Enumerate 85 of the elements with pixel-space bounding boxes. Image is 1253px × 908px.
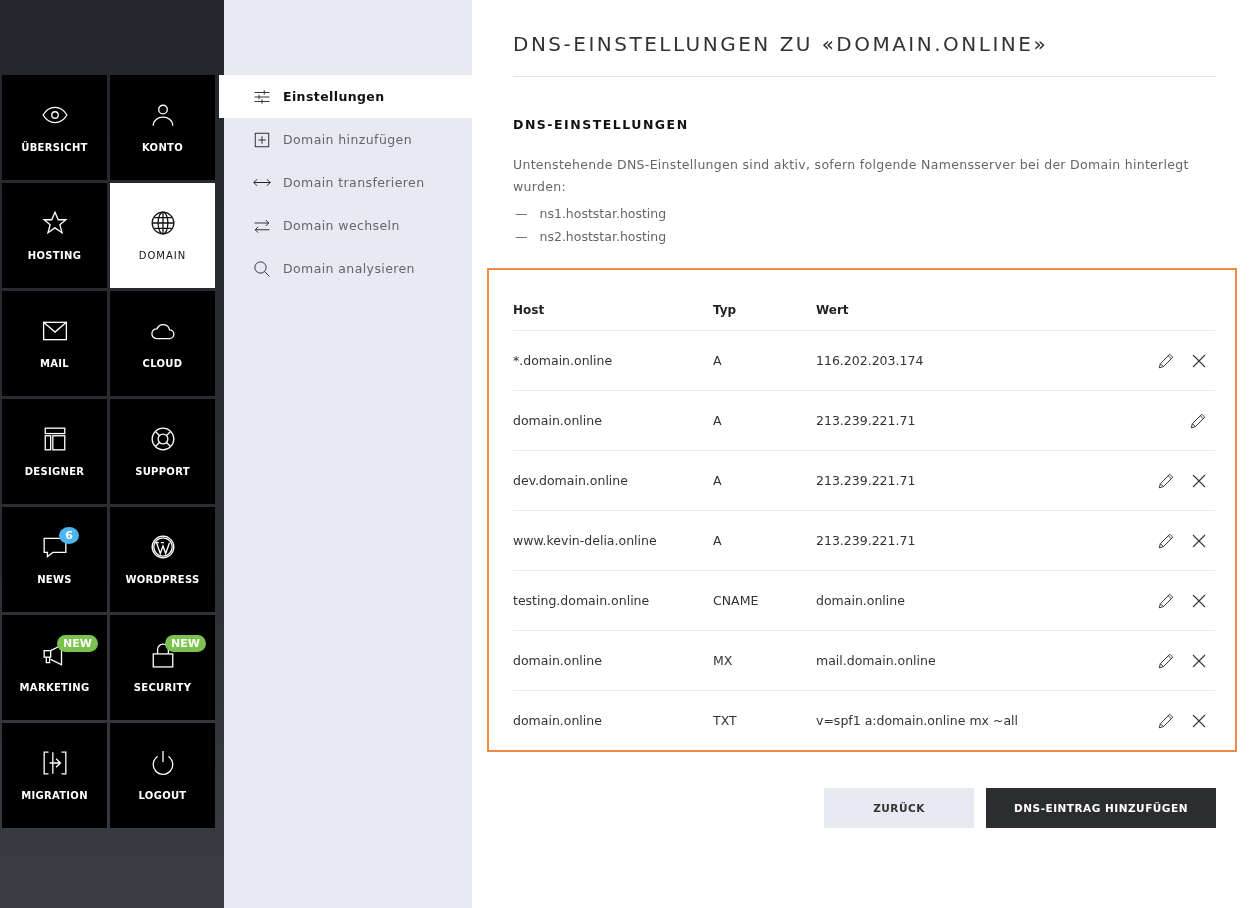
tile-label: KONTO <box>142 142 183 153</box>
subnav-item[interactable]: Domain transferieren <box>224 161 472 204</box>
nav-tile[interactable]: MAIL <box>2 291 107 396</box>
edit-icon[interactable] <box>1157 591 1175 610</box>
value-cell-text: 213.239.221.71 <box>816 413 917 428</box>
tile-label: NEWS <box>37 574 72 585</box>
add-entry-button[interactable]: DNS-EINTRAG HINZUFÜGEN <box>986 788 1216 828</box>
tile-label: MAIL <box>40 358 69 369</box>
tile-label: DESIGNER <box>24 466 85 477</box>
nav-tile[interactable]: DESIGNER <box>2 399 107 504</box>
edit-icon[interactable] <box>1189 411 1207 430</box>
description-text: Untenstehende DNS-Einstellungen sind aktiv, sofern folgende Namensserver bei der Domain hinterlegt wurden: <box>513 156 1190 196</box>
notification-badge: 6 <box>59 527 79 544</box>
edit-icon[interactable] <box>1157 531 1175 550</box>
host-cell-text: dev.domain.online <box>513 473 629 488</box>
nav-tile[interactable]: DOMAIN <box>110 183 215 288</box>
tile-label: MARKETING <box>19 682 90 693</box>
migration-icon <box>41 750 68 776</box>
notification-badge: NEW <box>57 635 98 652</box>
type-cell-text: CNAME <box>713 593 760 608</box>
dash-mark: — <box>515 229 528 244</box>
subnav-item[interactable]: Domain hinzufügen <box>224 118 472 161</box>
host-cell-text: domain.online <box>513 713 603 728</box>
host-cell-text: testing.domain.online <box>513 593 651 608</box>
nav-tile[interactable]: 6 NEWS <box>2 507 107 612</box>
subnav-item[interactable]: Domain analysieren <box>224 247 472 290</box>
nav-tile[interactable]: NEW SECURITY <box>110 615 215 720</box>
tile-label: SUPPORT <box>135 466 190 477</box>
lifebuoy-icon <box>149 426 176 452</box>
nav-tile[interactable]: MIGRATION <box>2 723 107 828</box>
type-cell-text: TXT <box>713 713 738 728</box>
section-title: DNS-EINSTELLUNGEN <box>513 117 690 132</box>
dash-mark: — <box>515 206 528 221</box>
host-cell-text: *.domain.online <box>513 353 614 368</box>
tile-label: DOMAIN <box>138 250 187 261</box>
host-cell-text: www.kevin-delia.online <box>513 533 658 548</box>
host-cell-text: domain.online <box>513 653 603 668</box>
tile-label: ÜBERSICHT <box>21 142 88 153</box>
value-cell-text: domain.online <box>816 593 906 608</box>
nameserver-text: ns1.hoststar.hosting <box>539 206 667 221</box>
nav-tile[interactable]: ÜBERSICHT <box>2 75 107 180</box>
edit-icon[interactable] <box>1157 651 1175 670</box>
value-cell-text: 213.239.221.71 <box>816 473 917 488</box>
tile-label: CLOUD <box>142 358 183 369</box>
nav-tile[interactable]: SUPPORT <box>110 399 215 504</box>
notification-badge: NEW <box>165 635 206 652</box>
subnav-item[interactable]: Domain wechseln <box>224 204 472 247</box>
edit-icon[interactable] <box>1157 351 1175 370</box>
column-header: Host <box>513 303 546 317</box>
type-cell-text: A <box>713 533 723 548</box>
page-title: DNS-EINSTELLUNGEN ZU «DOMAIN.ONLINE» <box>513 32 1216 77</box>
nameserver-text: ns2.hoststar.hosting <box>539 229 667 244</box>
edit-icon[interactable] <box>1157 471 1175 490</box>
search-icon <box>253 259 271 278</box>
double-arrow-icon <box>253 178 271 187</box>
tile-label: WORDPRESS <box>125 574 200 585</box>
value-cell-text: 116.202.203.174 <box>816 353 925 368</box>
plus-box-icon <box>253 130 271 149</box>
nav-tile[interactable]: WORDPRESS <box>110 507 215 612</box>
subnav-item[interactable]: Einstellungen <box>219 75 472 118</box>
nav-tile[interactable]: KONTO <box>110 75 215 180</box>
nav-tile[interactable]: CLOUD <box>110 291 215 396</box>
type-cell-text: A <box>713 473 723 488</box>
wordpress-icon <box>149 534 176 560</box>
column-header: Wert <box>816 303 850 317</box>
value-cell-text: mail.domain.online <box>816 653 937 668</box>
back-button[interactable]: ZURÜCK <box>824 788 974 828</box>
edit-icon[interactable] <box>1157 711 1175 730</box>
star-icon <box>41 210 68 236</box>
value-cell-text: 213.239.221.71 <box>816 533 917 548</box>
globe-icon <box>149 210 176 236</box>
host-cell-text: domain.online <box>513 413 603 428</box>
type-cell-text: A <box>713 353 723 368</box>
tile-label: MIGRATION <box>21 790 88 801</box>
type-cell-text: MX <box>713 653 734 668</box>
nav-tile[interactable]: NEW MARKETING <box>2 615 107 720</box>
column-header: Typ <box>713 303 738 317</box>
type-cell-text: A <box>713 413 723 428</box>
nav-tile[interactable]: HOSTING <box>2 183 107 288</box>
tile-label: SECURITY <box>133 682 192 693</box>
tile-label: LOGOUT <box>138 790 187 801</box>
value-cell-text: v=spf1 a:domain.online mx ~all <box>816 713 1020 728</box>
nav-tile[interactable]: LOGOUT <box>110 723 215 828</box>
tile-label: HOSTING <box>27 250 82 261</box>
sliders-icon <box>253 87 271 106</box>
